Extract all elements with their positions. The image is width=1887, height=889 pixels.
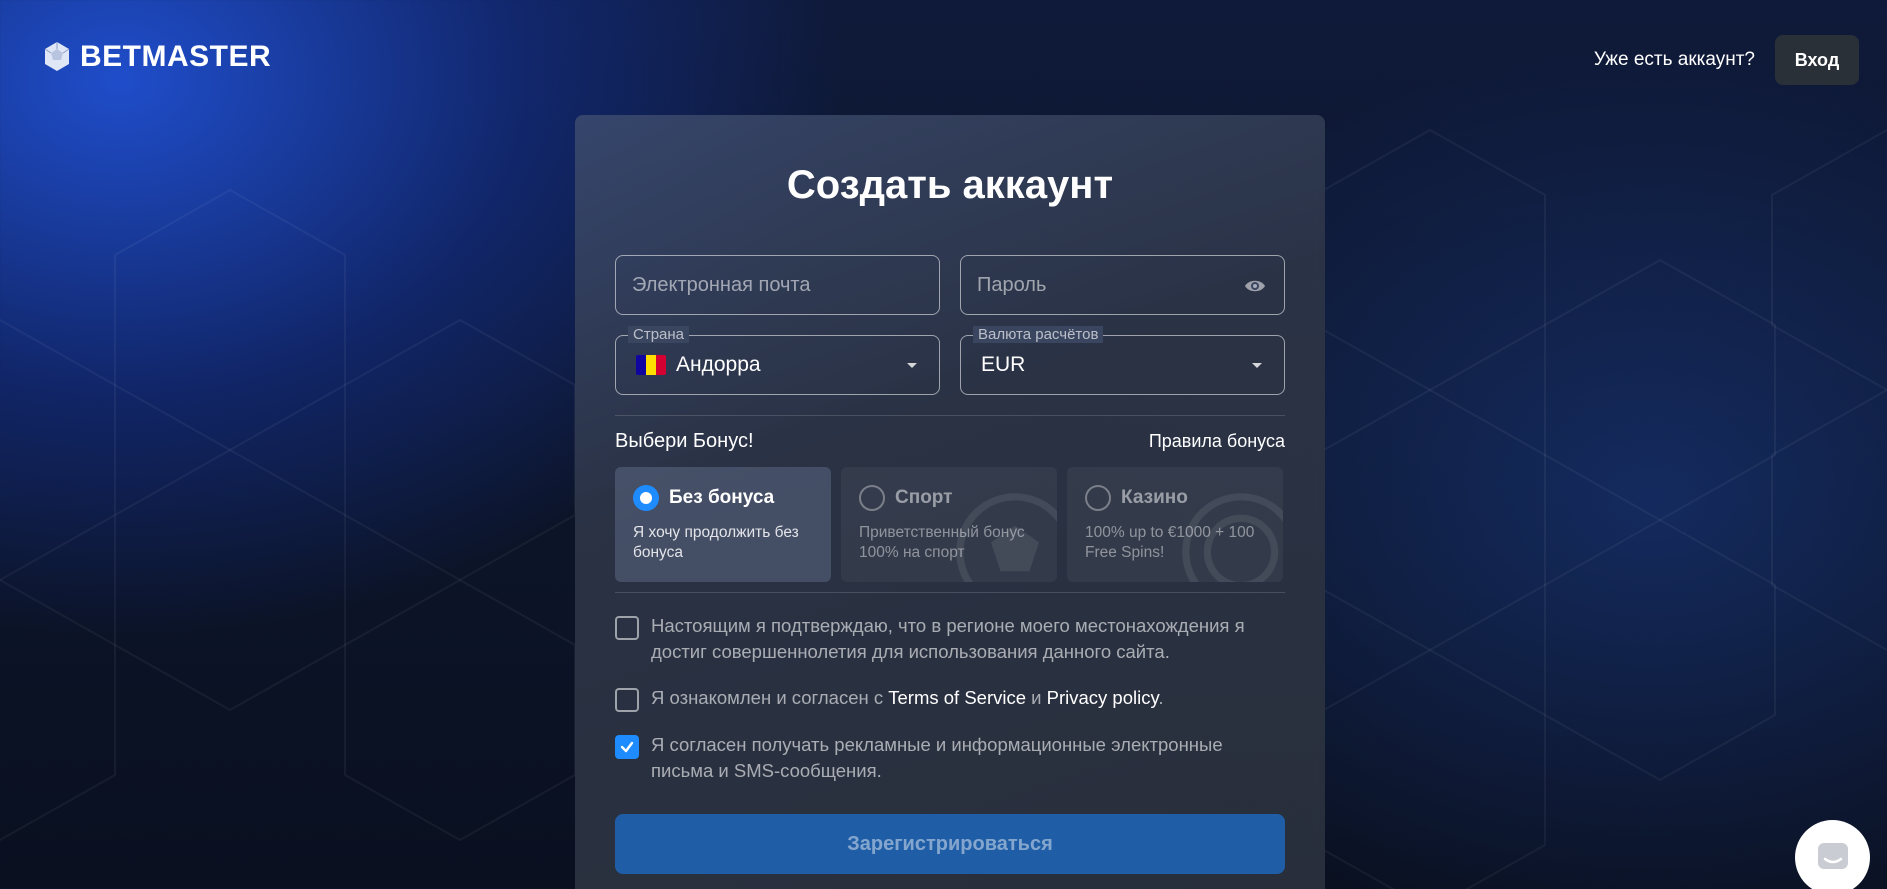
betmaster-logo[interactable]: BETMASTER [40, 40, 271, 74]
currency-label: Валюта расчётов [973, 326, 1104, 343]
soccer-ball-icon [956, 493, 1057, 582]
ball-icon [44, 42, 70, 71]
bonus-option-none[interactable]: Без бонуса Я хочу продолжить без бонуса [615, 467, 831, 582]
have-account-text: Уже есть аккаунт? [1593, 49, 1755, 70]
login-button[interactable]: Вход [1775, 35, 1859, 85]
radio-selected-icon[interactable] [633, 485, 659, 511]
consent-checks: Настоящим я подтверждаю, что в регионе м… [615, 613, 1285, 784]
password-field[interactable] [960, 255, 1285, 315]
divider [615, 592, 1285, 593]
bonus-rules-link[interactable]: Правила бонуса [1149, 431, 1285, 452]
bonus-option-desc: Я хочу продолжить без бонуса [633, 524, 799, 561]
bonus-options: Без бонуса Я хочу продолжить без бонуса … [615, 467, 1285, 582]
chevron-down-icon [1252, 363, 1262, 368]
registration-card: Создать аккаунт Страна Андорра [575, 115, 1325, 889]
chat-icon [1817, 842, 1848, 869]
terms-consent-text: Я ознакомлен и согласен с Terms of Servi… [651, 685, 1164, 711]
marketing-consent: Я согласен получать рекламные и информац… [615, 732, 1285, 784]
checkmark-icon [620, 741, 634, 753]
age-consent: Настоящим я подтверждаю, что в регионе м… [615, 613, 1285, 665]
bonus-option-casino[interactable]: Казино 100% up to €1000 + 100 Free Spins… [1067, 467, 1283, 582]
marketing-consent-text: Я согласен получать рекламные и информац… [651, 734, 1223, 781]
bonus-option-name: Казино [1121, 487, 1188, 508]
logo-text: BETMASTER [80, 40, 272, 73]
email-field[interactable] [615, 255, 940, 315]
privacy-policy-link[interactable]: Privacy policy [1047, 687, 1159, 708]
radio-icon[interactable] [859, 485, 885, 511]
terms-consent: Я ознакомлен и согласен с Terms of Servi… [615, 685, 1285, 712]
chevron-down-icon [907, 363, 917, 368]
bonus-option-name: Без бонуса [669, 487, 775, 508]
eye-icon[interactable] [1244, 276, 1266, 296]
register-button[interactable]: Зарегистрироваться [615, 814, 1285, 874]
bonus-option-name: Спорт [895, 487, 953, 508]
marketing-checkbox[interactable] [615, 735, 639, 759]
bonus-title: Выбери Бонус! [615, 430, 754, 452]
country-value: Андорра [676, 353, 761, 376]
age-consent-text: Настоящим я подтверждаю, что в регионе м… [651, 615, 1245, 662]
age-checkbox[interactable] [615, 616, 639, 640]
radio-icon[interactable] [1085, 485, 1111, 511]
divider [615, 415, 1285, 416]
currency-select[interactable]: Валюта расчётов EUR [960, 326, 1285, 395]
email-input[interactable] [632, 273, 923, 297]
terms-suffix: . [1158, 687, 1164, 708]
page-title: Создать аккаунт [786, 163, 1114, 207]
support-chat-button[interactable] [1795, 820, 1870, 889]
terms-and: и [1026, 687, 1047, 708]
terms-of-service-link[interactable]: Terms of Service [888, 687, 1026, 708]
country-select[interactable]: Страна Андорра [615, 326, 940, 395]
terms-checkbox[interactable] [615, 688, 639, 712]
password-input[interactable] [977, 273, 1268, 297]
terms-prefix: Я ознакомлен и согласен с [651, 687, 889, 708]
country-label: Страна [628, 326, 690, 343]
casino-chip-icon [1182, 493, 1283, 582]
header-account-area: Уже есть аккаунт? Вход [1594, 35, 1859, 85]
currency-value: EUR [981, 353, 1026, 376]
andorra-flag-icon [636, 355, 666, 375]
bonus-option-sport[interactable]: Спорт Приветственный бонус 100% на спорт [841, 467, 1057, 582]
